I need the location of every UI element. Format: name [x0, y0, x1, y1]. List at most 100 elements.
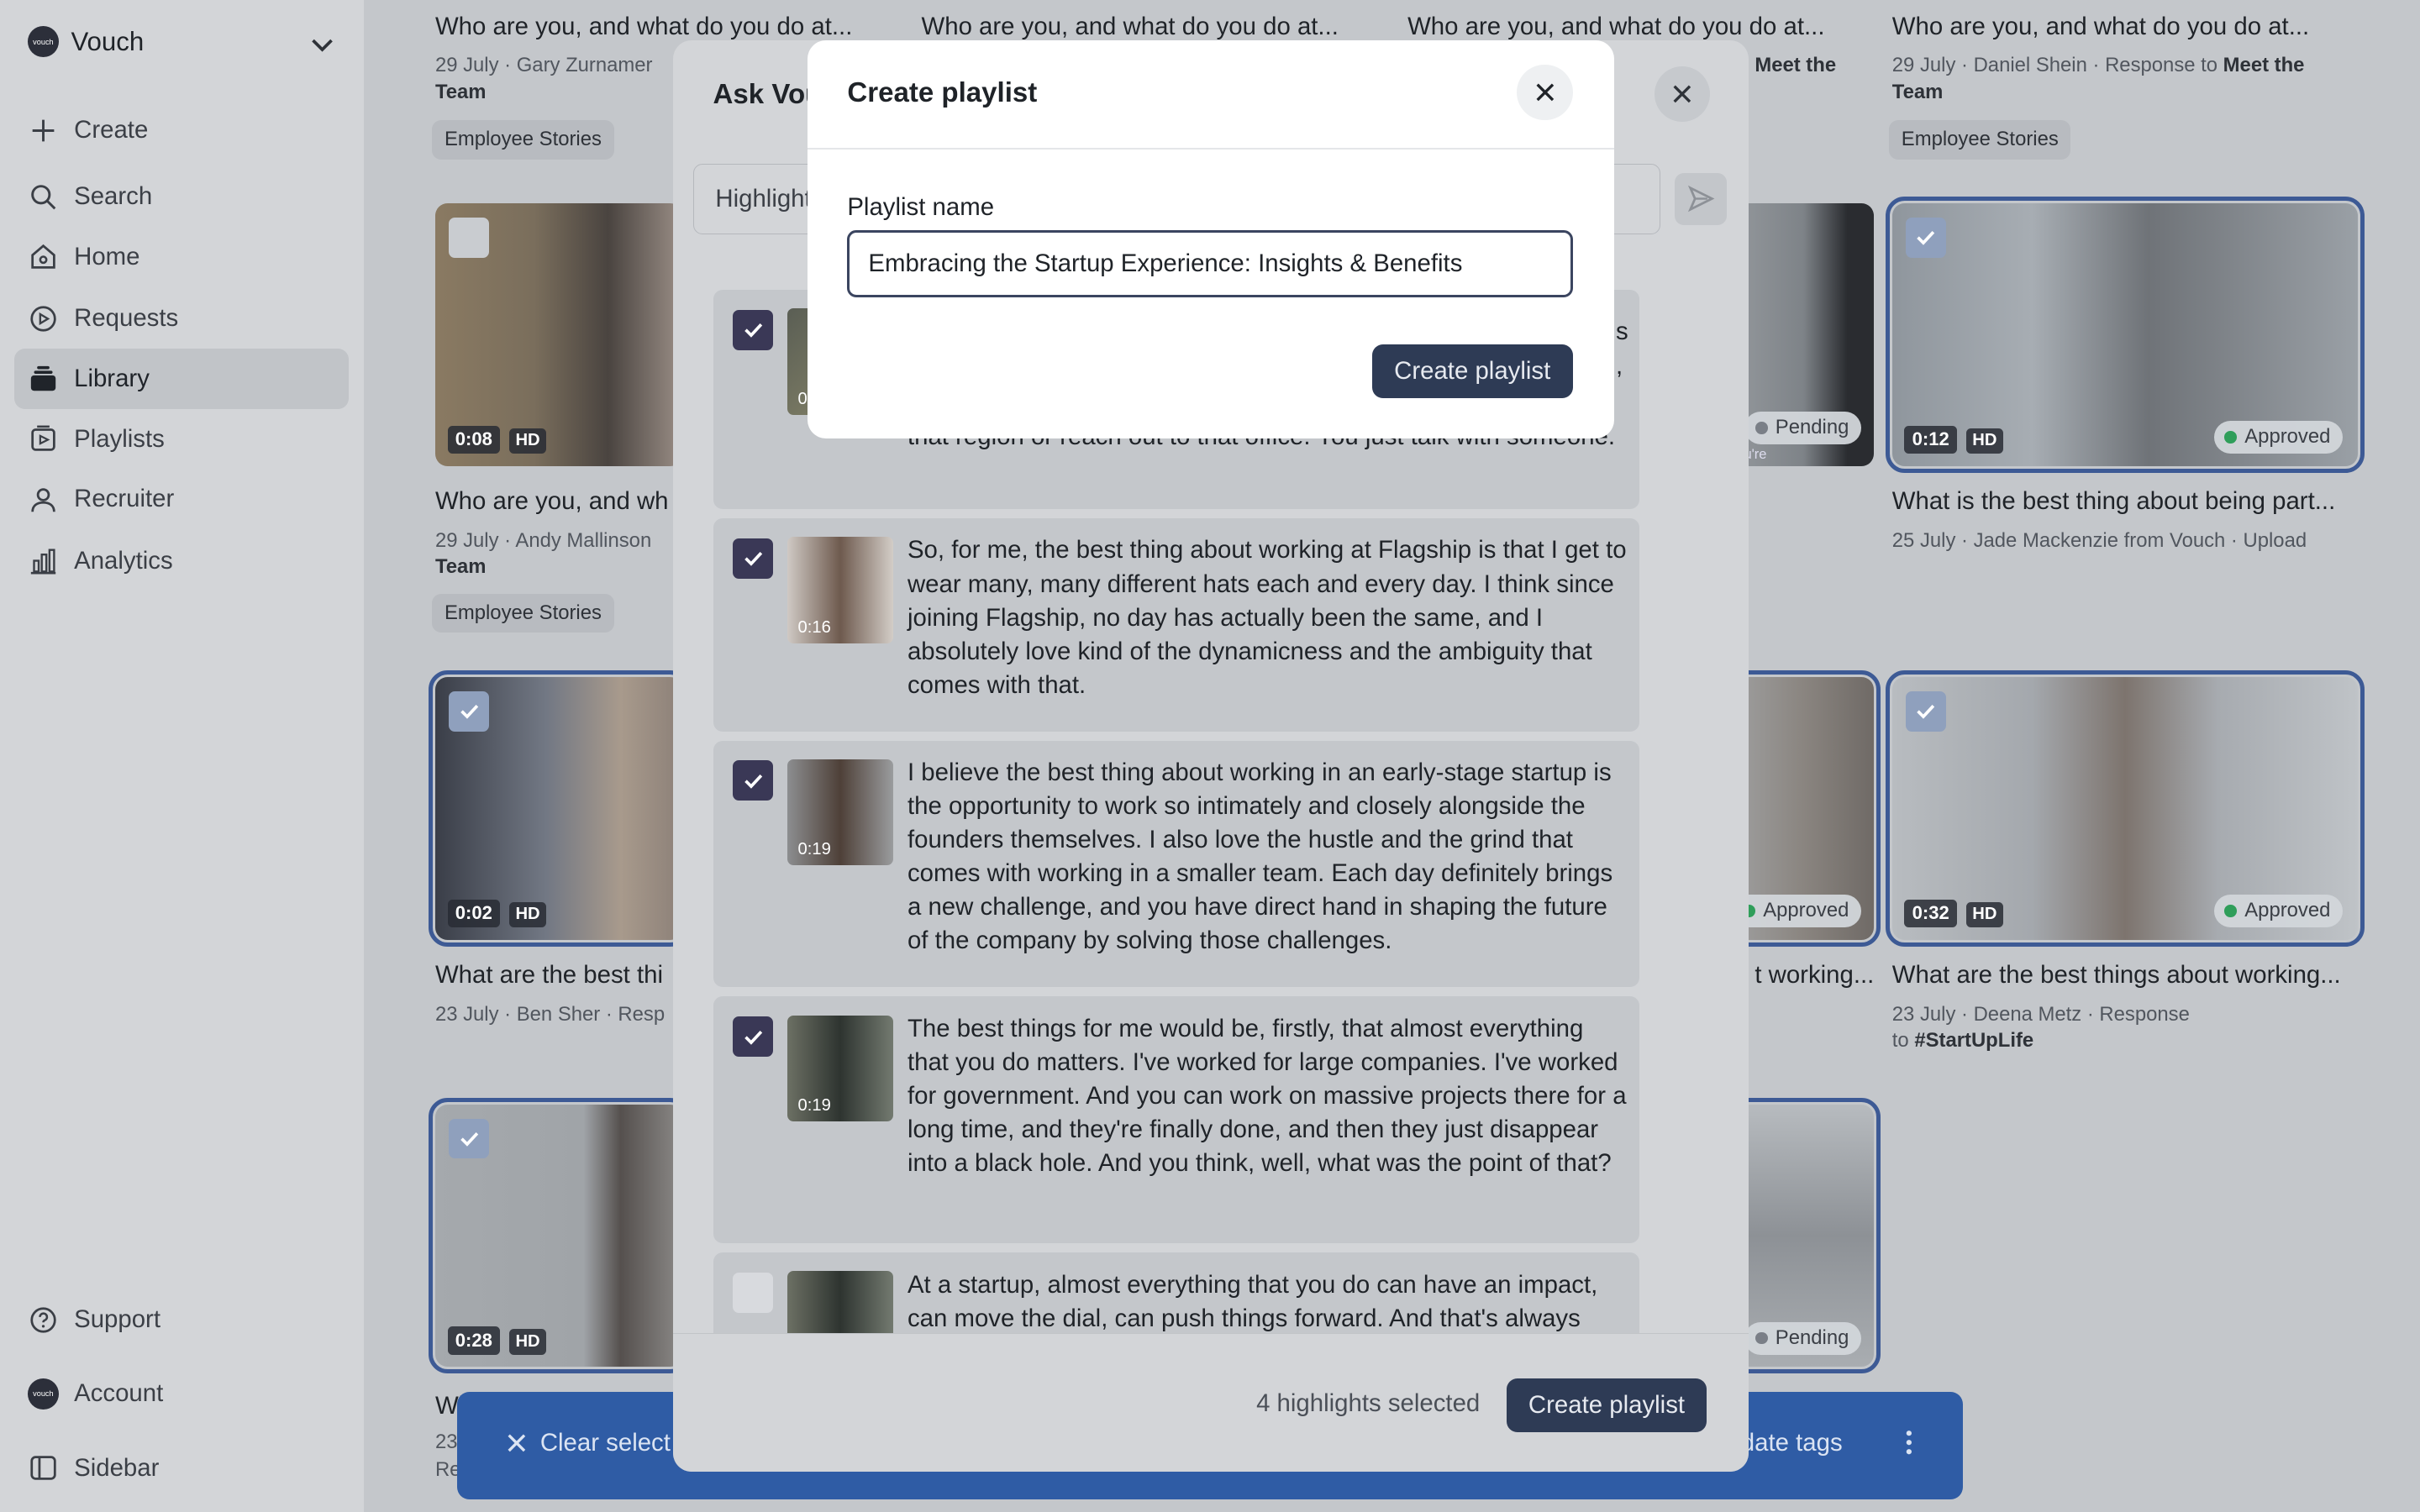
status-badge: Pending	[1744, 1321, 1862, 1355]
tag-chip[interactable]: Employee Stories	[432, 594, 614, 633]
highlight-checkbox[interactable]	[733, 1016, 774, 1058]
select-checkbox[interactable]	[449, 217, 490, 258]
approved-dot	[2224, 905, 2238, 917]
video-thumbnail[interactable]: 0:12 HD Approved	[1885, 196, 2366, 474]
select-checkbox[interactable]	[1906, 690, 1947, 732]
sidebar-item-library[interactable]: Library	[13, 349, 350, 409]
dialog-title: Create playlist	[847, 76, 1038, 108]
sidebar-item-label: Support	[74, 1305, 160, 1334]
create-playlist-button[interactable]: Create playlist	[1506, 1378, 1707, 1433]
highlight-item[interactable]: 0:16 So, for me, the best thing about wo…	[713, 518, 1639, 732]
workspace-switcher[interactable]: vouch Vouch	[28, 26, 144, 57]
duration-badge: 0:32	[1904, 899, 1957, 927]
video-meta: 23	[434, 1430, 458, 1453]
send-button[interactable]	[1674, 172, 1728, 226]
requests-icon	[28, 303, 59, 334]
video-thumbnail[interactable]: 0:08 HD	[434, 203, 682, 466]
divider	[807, 148, 1615, 150]
select-checkbox[interactable]	[1906, 217, 1947, 258]
video-meta: 29 July · Andy Mallinson	[434, 529, 652, 553]
highlight-item[interactable]: 0:19 I believe the best thing about work…	[713, 740, 1639, 988]
sidebar-item-requests[interactable]: Requests	[14, 288, 350, 349]
sidebar-item-recruiter[interactable]: Recruiter	[14, 469, 350, 529]
help-icon	[28, 1305, 59, 1336]
video-meta-topic: Team	[434, 80, 487, 103]
highlight-duration: 0:16	[797, 617, 831, 637]
highlight-text: The best things for me would be, firstly…	[907, 1014, 1627, 1178]
status-badge: Approved	[1732, 894, 1862, 927]
video-title[interactable]: What is the best thing about being part.…	[1892, 487, 2335, 516]
video-title[interactable]: Who are you, and what do you do at...	[1407, 13, 1824, 41]
close-icon	[506, 1432, 528, 1454]
video-title[interactable]: Who are you, and what do you do at...	[435, 13, 852, 41]
video-meta-topic: to #StartUpLife	[1891, 1029, 2034, 1053]
playlist-name-input[interactable]	[847, 229, 1573, 298]
video-meta: 25 July · Jade Mackenzie from Vouch · Up…	[1891, 529, 2307, 553]
clear-selection-button[interactable]: Clear select	[506, 1429, 671, 1457]
video-title[interactable]: Who are you, and wh	[435, 487, 669, 516]
duration-badge: 0:12	[1904, 425, 1957, 454]
highlight-checkbox[interactable]	[733, 1273, 774, 1313]
sidebar-item-label: Home	[74, 242, 140, 270]
video-meta: 23 July · Deena Metz · Response	[1891, 1003, 2190, 1026]
sidebar: vouch Vouch Create Search Home Requests …	[0, 0, 365, 1512]
video-title[interactable]: Who are you, and what do you do at...	[1892, 13, 2309, 41]
close-button[interactable]	[1654, 66, 1711, 123]
update-tags-button[interactable]: date tags	[1741, 1429, 1843, 1457]
sidebar-item-label: Analytics	[74, 546, 173, 575]
sidebar-item-home[interactable]: Home	[14, 227, 350, 287]
video-title[interactable]: What are the best thi	[435, 961, 663, 990]
hd-badge: HD	[1965, 428, 2003, 454]
hd-badge: HD	[509, 428, 546, 454]
highlights-list[interactable]: 0 s , that region or reach out to that o…	[673, 290, 1749, 1333]
sidebar-item-label: Search	[74, 182, 153, 211]
duration-badge: 0:28	[447, 1326, 501, 1355]
sidebar-item-search[interactable]: Search	[14, 166, 350, 227]
hd-badge: HD	[509, 1329, 546, 1355]
modal-title: Ask Vou	[713, 78, 823, 110]
highlight-checkbox[interactable]	[733, 538, 774, 579]
highlight-item[interactable]: 0:19 The best things for me would be, fi…	[713, 996, 1639, 1244]
highlight-text: So, for me, the best thing about working…	[907, 536, 1627, 699]
sidebar-item-label: Account	[74, 1379, 164, 1408]
video-title[interactable]: t working...	[1754, 961, 1874, 990]
video-title[interactable]: Who are you, and what do you do at...	[922, 13, 1339, 41]
video-meta-topic: Meet the	[1754, 54, 1837, 77]
tag-chip[interactable]: Employee Stories	[432, 120, 614, 160]
sidebar-item-toggle[interactable]: Sidebar	[14, 1438, 350, 1499]
close-button[interactable]	[1517, 65, 1573, 121]
select-checkbox[interactable]	[449, 690, 490, 732]
highlight-text-fragment: ,	[1616, 351, 1623, 380]
approved-dot	[2224, 431, 2238, 444]
search-icon	[28, 181, 59, 213]
highlight-checkbox[interactable]	[733, 310, 774, 350]
sidebar-item-playlists[interactable]: Playlists	[14, 409, 350, 470]
status-badge: Approved	[2213, 420, 2344, 454]
highlight-checkbox[interactable]	[733, 760, 774, 801]
tag-chip[interactable]: Employee Stories	[1889, 120, 2071, 160]
video-thumbnail[interactable]: 0:28 HD	[428, 1097, 690, 1374]
highlight-item[interactable]: At a startup, almost everything that you…	[713, 1252, 1639, 1333]
video-meta: 29 July · Gary Zurnamer	[434, 54, 653, 77]
sidebar-item-analytics[interactable]: Analytics	[14, 531, 350, 591]
sidebar-item-label: Requests	[74, 304, 179, 333]
video-meta-topic: Team	[1891, 80, 1944, 103]
create-playlist-dialog: Create playlist Playlist name Create pla…	[807, 39, 1615, 438]
video-thumbnail[interactable]: 0:02 HD	[428, 669, 690, 948]
more-options-icon[interactable]	[1898, 1425, 1920, 1459]
close-icon	[1534, 81, 1556, 103]
playlists-icon	[28, 423, 59, 454]
sidebar-item-account[interactable]: vouch Account	[14, 1364, 350, 1425]
workspace-name: Vouch	[71, 26, 145, 56]
chevron-down-icon[interactable]	[308, 31, 336, 59]
video-meta: 29 July · Daniel Shein · Response to Mee…	[1891, 54, 2305, 77]
video-title[interactable]: What are the best things about working..…	[1892, 961, 2341, 990]
create-playlist-submit-button[interactable]: Create playlist	[1371, 344, 1573, 398]
sidebar-item-create[interactable]: Create	[14, 100, 350, 160]
sidebar-item-support[interactable]: Support	[14, 1289, 350, 1350]
highlight-thumbnail: 0:19	[786, 1015, 894, 1122]
playlist-name-label: Playlist name	[847, 192, 995, 221]
video-thumbnail[interactable]: 0:32 HD Approved	[1885, 669, 2366, 948]
select-checkbox[interactable]	[449, 1118, 490, 1159]
pending-dot	[1754, 1331, 1768, 1345]
